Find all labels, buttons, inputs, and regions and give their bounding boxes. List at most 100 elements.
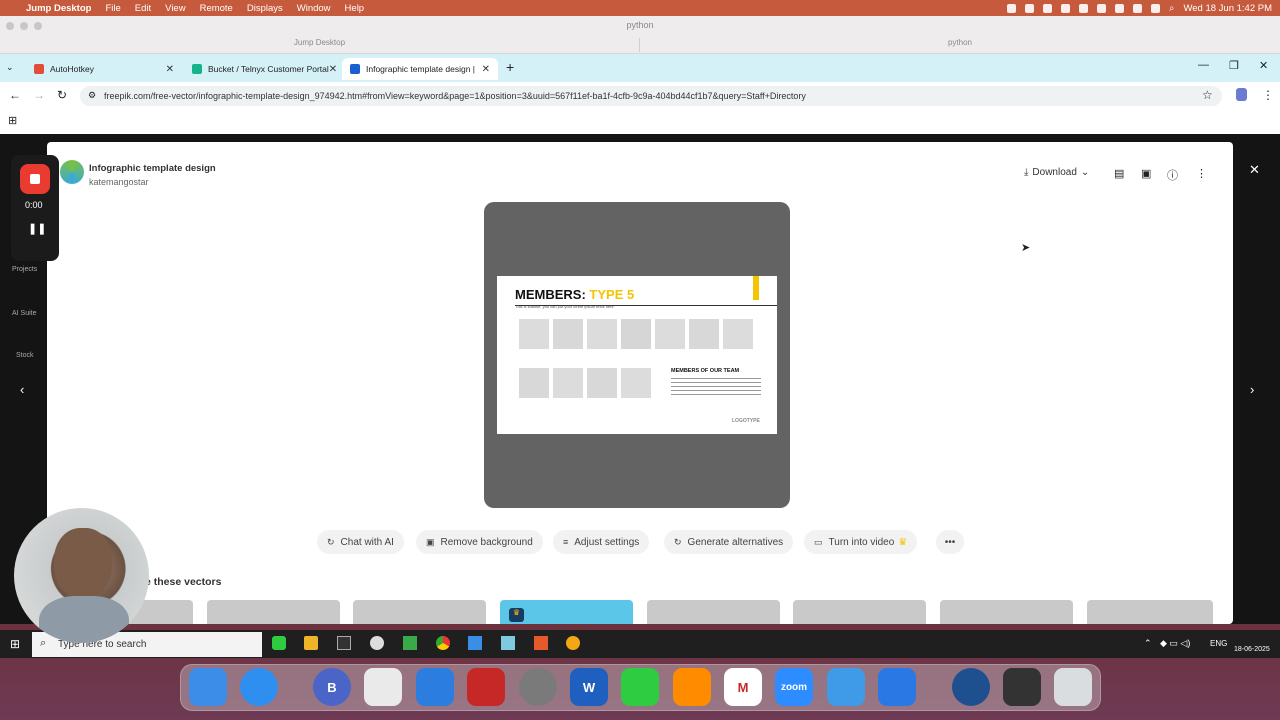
- mendeley-icon[interactable]: M: [724, 668, 762, 706]
- more-tools-button[interactable]: •••: [936, 530, 964, 554]
- taskbar-app-icon[interactable]: [468, 636, 482, 650]
- related-thumb[interactable]: [207, 600, 340, 624]
- status-icon[interactable]: [1133, 3, 1143, 13]
- zoom-icon[interactable]: zoom: [775, 668, 813, 706]
- forward-icon[interactable]: →: [33, 88, 45, 102]
- windows-start-icon[interactable]: ⊞: [10, 637, 20, 651]
- taskbar-date[interactable]: 18-06-2025: [1234, 646, 1270, 653]
- menu-remote[interactable]: Remote: [200, 3, 233, 14]
- reload-icon[interactable]: ↻: [57, 88, 67, 102]
- apps-grid-icon[interactable]: ⊞: [8, 114, 17, 127]
- extension-icon[interactable]: [1236, 88, 1247, 101]
- tab-autohotkey[interactable]: AutoHotkey ✕: [26, 58, 182, 80]
- status-icon[interactable]: [1097, 3, 1107, 13]
- back-icon[interactable]: ←: [9, 88, 21, 102]
- system-settings-icon[interactable]: [519, 668, 557, 706]
- status-icon[interactable]: [1079, 3, 1089, 13]
- taskbar-app-icon[interactable]: [566, 636, 580, 650]
- jump-tab-python[interactable]: python: [640, 38, 1280, 52]
- close-icon[interactable]: ✕: [482, 64, 490, 75]
- search-icon[interactable]: ⌕: [1169, 3, 1174, 14]
- minimize-icon[interactable]: —: [1198, 59, 1209, 71]
- app-name[interactable]: Jump Desktop: [26, 3, 91, 14]
- close-icon[interactable]: ✕: [166, 64, 174, 75]
- status-icon[interactable]: [1115, 3, 1125, 13]
- clock[interactable]: Wed 18 Jun 1:42 PM: [1183, 3, 1272, 14]
- related-thumb[interactable]: [647, 600, 780, 624]
- jump-tab-desktop[interactable]: Jump Desktop: [0, 38, 640, 52]
- address-text[interactable]: freepik.com/free-vector/infographic-temp…: [104, 91, 806, 101]
- tab-search-icon[interactable]: ⌄: [6, 62, 14, 73]
- site-info-icon[interactable]: ⚙: [88, 90, 96, 101]
- info-icon[interactable]: ⓘ: [1167, 167, 1178, 183]
- download-button[interactable]: ⤓ Download ⌄: [1024, 167, 1089, 178]
- prev-arrow-icon[interactable]: ‹: [20, 382, 24, 397]
- chevron-up-icon[interactable]: ⌃: [1144, 638, 1152, 649]
- tab-freepik[interactable]: Infographic template design | F ✕: [342, 58, 498, 80]
- remove-background-button[interactable]: ▣ Remove background: [416, 530, 543, 554]
- taskbar-app-icon[interactable]: [370, 636, 384, 650]
- generate-alternatives-button[interactable]: ↻ Generate alternatives: [664, 530, 794, 554]
- edit-image-icon[interactable]: ▣: [1141, 167, 1151, 180]
- word-icon[interactable]: W: [570, 668, 608, 706]
- taskbar-app-icon[interactable]: [501, 636, 515, 650]
- related-thumb[interactable]: [940, 600, 1073, 624]
- author-avatar[interactable]: [60, 160, 84, 184]
- status-icon[interactable]: [1025, 3, 1035, 13]
- 1password-icon[interactable]: [952, 668, 990, 706]
- adjust-settings-button[interactable]: ≡ Adjust settings: [553, 530, 650, 554]
- collection-icon[interactable]: ▤: [1114, 167, 1124, 180]
- cloud-app-icon[interactable]: [878, 668, 916, 706]
- pause-icon[interactable]: ❚❚: [28, 222, 46, 235]
- new-tab-icon[interactable]: +: [506, 59, 514, 75]
- status-icon[interactable]: [1061, 3, 1071, 13]
- next-arrow-icon[interactable]: ›: [1250, 382, 1254, 397]
- button-label: Remove background: [440, 536, 533, 548]
- terminal-icon[interactable]: [337, 636, 351, 650]
- bbedit-icon[interactable]: B: [313, 668, 351, 706]
- asset-author[interactable]: katemangostar: [89, 177, 149, 187]
- related-thumb[interactable]: [353, 600, 486, 624]
- stop-record-button[interactable]: [20, 164, 50, 194]
- menu-displays[interactable]: Displays: [247, 3, 283, 14]
- menu-file[interactable]: File: [105, 3, 120, 14]
- more-options-icon[interactable]: ⋮: [1196, 167, 1207, 180]
- printer-icon[interactable]: [1003, 668, 1041, 706]
- green-app-icon[interactable]: [621, 668, 659, 706]
- chat-with-ai-button[interactable]: ↻ Chat with AI: [317, 530, 404, 554]
- taskbar-app-icon[interactable]: [534, 636, 548, 650]
- restore-icon[interactable]: ❐: [1229, 59, 1239, 72]
- bookmark-app-icon[interactable]: [416, 668, 454, 706]
- status-icon[interactable]: [1007, 3, 1017, 13]
- broom-app-icon[interactable]: [364, 668, 402, 706]
- related-thumb[interactable]: ♛: [500, 600, 633, 624]
- close-modal-icon[interactable]: ✕: [1249, 162, 1260, 178]
- close-window-icon[interactable]: ✕: [1259, 59, 1268, 72]
- turn-into-video-button[interactable]: ▭ Turn into video ♛: [804, 530, 918, 554]
- menu-view[interactable]: View: [165, 3, 185, 14]
- address-bar[interactable]: freepik.com/free-vector/infographic-temp…: [80, 86, 1222, 106]
- related-thumb[interactable]: [1087, 600, 1213, 624]
- related-thumb[interactable]: [793, 600, 926, 624]
- daymite-icon[interactable]: [467, 668, 505, 706]
- browser-menu-icon[interactable]: ⋮: [1262, 88, 1274, 102]
- finder-icon[interactable]: [189, 668, 227, 706]
- keynote-icon[interactable]: [827, 668, 865, 706]
- taskbar-app-icon[interactable]: [272, 636, 286, 650]
- wifi-icon[interactable]: [1151, 3, 1161, 13]
- trash-icon[interactable]: [1054, 668, 1092, 706]
- close-icon[interactable]: ✕: [329, 64, 337, 75]
- language-indicator[interactable]: ENG: [1210, 639, 1227, 648]
- status-icon[interactable]: [1043, 3, 1053, 13]
- books-icon[interactable]: [673, 668, 711, 706]
- chrome-icon[interactable]: [436, 636, 450, 650]
- menu-edit[interactable]: Edit: [135, 3, 151, 14]
- safari-icon[interactable]: [240, 668, 278, 706]
- menu-help[interactable]: Help: [345, 3, 365, 14]
- menu-window[interactable]: Window: [297, 3, 331, 14]
- taskbar-app-icon[interactable]: [403, 636, 417, 650]
- tray-icons[interactable]: ◆ ▭ ◁): [1160, 638, 1190, 649]
- tab-telnyx[interactable]: Bucket / Telnyx Customer Portal ✕: [184, 58, 340, 80]
- file-explorer-icon[interactable]: [304, 636, 318, 650]
- bookmark-star-icon[interactable]: ☆: [1202, 88, 1213, 102]
